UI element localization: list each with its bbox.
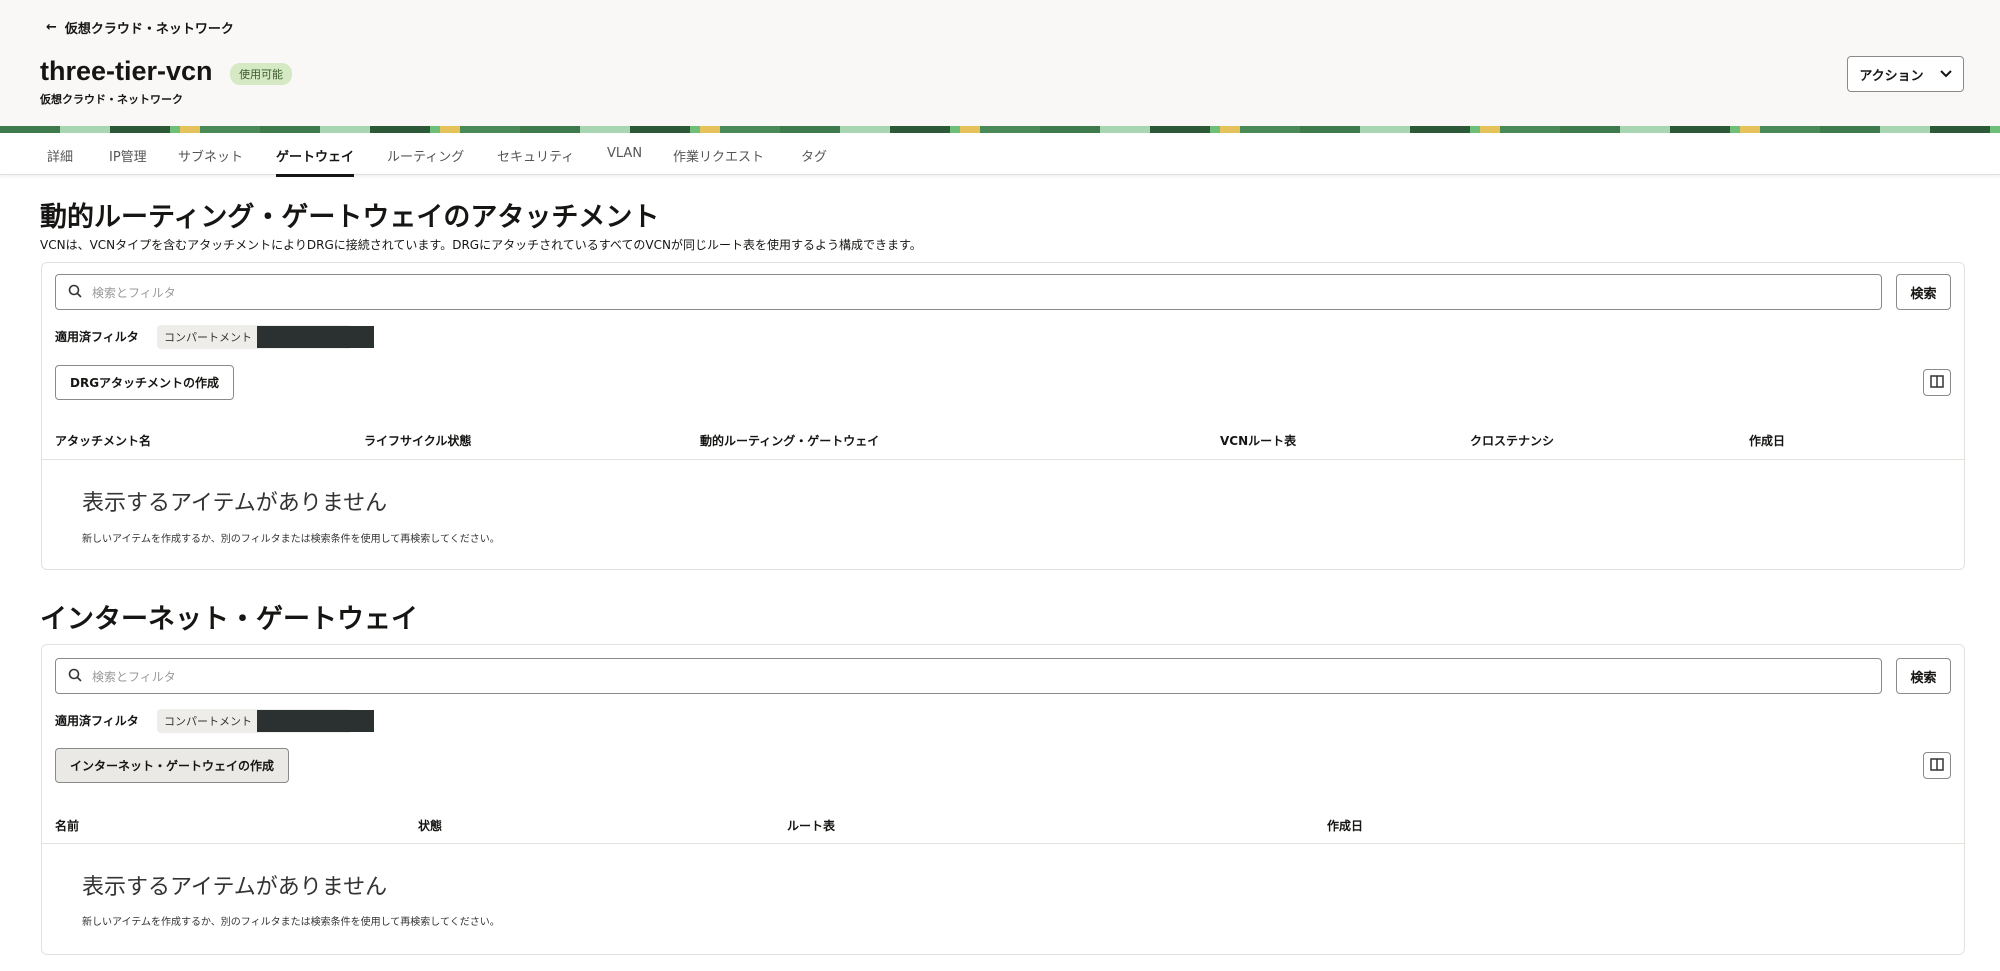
back-link[interactable]: ← 仮想クラウド・ネットワーク [46, 18, 234, 37]
tab-work-requests[interactable]: 作業リクエスト [673, 146, 764, 165]
column-settings-button[interactable] [1923, 369, 1951, 396]
igw-search-input[interactable]: 検索とフィルタ [55, 658, 1882, 694]
empty-state-title: 表示するアイテムがありません [82, 875, 388, 900]
column-header[interactable]: クロステナンシ [1470, 432, 1554, 449]
back-link-label: 仮想クラウド・ネットワーク [64, 22, 234, 37]
search-placeholder: 検索とフィルタ [92, 669, 176, 684]
drg-heading: 動的ルーティング・ゲートウェイのアタッチメント [40, 202, 660, 233]
redacted-value [257, 710, 374, 732]
search-icon [68, 284, 82, 301]
column-header[interactable]: ルート表 [787, 817, 835, 834]
column-header[interactable]: 作成日 [1749, 432, 1785, 449]
column-header[interactable]: ライフサイクル状態 [364, 432, 471, 449]
column-settings-button[interactable] [1923, 752, 1951, 779]
tab-subnets[interactable]: サブネット [178, 146, 243, 165]
column-header[interactable]: 名前 [55, 817, 79, 834]
divider [42, 843, 1964, 844]
page-header [0, 0, 2000, 126]
tab-tags[interactable]: タグ [801, 146, 827, 165]
igw-search-button[interactable]: 検索 [1896, 658, 1951, 694]
columns-icon [1930, 373, 1944, 392]
drg-search-button[interactable]: 検索 [1896, 274, 1951, 310]
chevron-down-icon [1939, 67, 1952, 82]
redacted-value [257, 326, 374, 348]
igw-heading: インターネット・ゲートウェイ [40, 604, 418, 635]
empty-state-description: 新しいアイテムを作成するか、別のフィルタまたは検索条件を使用して再検索してくださ… [82, 917, 500, 928]
actions-label: アクション [1859, 68, 1924, 84]
divider [42, 459, 1964, 460]
column-header[interactable]: アタッチメント名 [55, 432, 151, 449]
empty-state-title: 表示するアイテムがありません [82, 491, 388, 516]
page-subtitle: 仮想クラウド・ネットワーク [40, 93, 183, 106]
applied-filters-label: 適用済フィルタ [55, 330, 139, 344]
search-icon [68, 668, 82, 685]
create-internet-gateway-button[interactable]: インターネット・ゲートウェイの作成 [55, 748, 290, 783]
tab-routing[interactable]: ルーティング [387, 146, 464, 165]
create-drg-attachment-button[interactable]: DRGアタッチメントの作成 [55, 365, 235, 400]
search-placeholder: 検索とフィルタ [92, 285, 176, 300]
drg-search-input[interactable]: 検索とフィルタ [55, 274, 1882, 310]
drg-description: VCNは、VCNタイプを含むアタッチメントによりDRGに接続されています。DRG… [40, 238, 922, 252]
tab-details[interactable]: 詳細 [47, 146, 73, 165]
column-header[interactable]: 状態 [418, 817, 442, 834]
tab-security[interactable]: セキュリティ [497, 146, 574, 165]
column-header[interactable]: 動的ルーティング・ゲートウェイ [700, 432, 879, 449]
filter-chip-label: コンパートメント [164, 331, 252, 344]
column-header[interactable]: VCNルート表 [1220, 432, 1296, 449]
page-title: three-tier-vcn [40, 56, 213, 86]
tab-ip-management[interactable]: IP管理 [109, 146, 147, 165]
status-badge: 使用可能 [230, 63, 292, 85]
empty-state-description: 新しいアイテムを作成するか、別のフィルタまたは検索条件を使用して再検索してくださ… [82, 534, 500, 545]
filter-chip-label: コンパートメント [164, 715, 252, 728]
arrow-left-icon: ← [46, 20, 57, 35]
actions-button[interactable]: アクション [1847, 56, 1964, 92]
tab-gateways[interactable]: ゲートウェイ [276, 146, 355, 177]
columns-icon [1930, 756, 1944, 775]
column-header[interactable]: 作成日 [1327, 817, 1363, 834]
applied-filters-label: 適用済フィルタ [55, 714, 139, 728]
tab-bar: 詳細 IP管理 サブネット ゲートウェイ ルーティング セキュリティ VLAN … [0, 133, 2000, 177]
tab-vlan[interactable]: VLAN [607, 146, 642, 161]
decorative-banner [0, 126, 2000, 133]
